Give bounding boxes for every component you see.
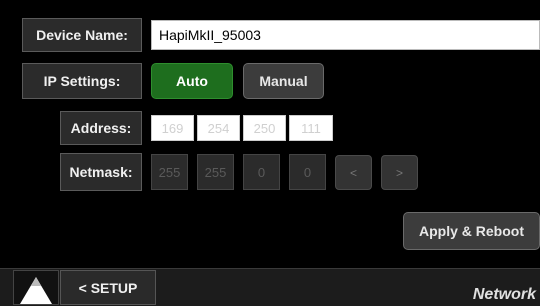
footer-title: Network	[472, 286, 536, 303]
apply-reboot-label: Apply & Reboot	[419, 223, 524, 239]
logo-icon	[20, 277, 52, 304]
setup-back-label: < SETUP	[78, 279, 138, 296]
netmask-label: Netmask:	[60, 153, 142, 191]
ip-settings-label-text: IP Settings:	[43, 73, 121, 89]
auto-button[interactable]: Auto	[151, 63, 233, 99]
address-octet-2[interactable]: 254	[197, 115, 240, 141]
netmask-octet-3[interactable]: 0	[243, 154, 280, 190]
manual-button-label: Manual	[259, 73, 308, 89]
netmask-octet-4[interactable]: 0	[289, 154, 326, 190]
device-name-value: HapiMkII_95003	[159, 27, 261, 43]
address-octet-1[interactable]: 169	[151, 115, 194, 141]
next-octet-button[interactable]: >	[381, 155, 418, 190]
address-octet-4[interactable]: 111	[289, 115, 333, 141]
address-label: Address:	[60, 111, 142, 145]
manual-button[interactable]: Manual	[243, 63, 324, 99]
chevron-left-icon: <	[349, 165, 357, 180]
logo-button[interactable]	[13, 270, 59, 305]
apply-reboot-button[interactable]: Apply & Reboot	[403, 212, 540, 250]
chevron-right-icon: >	[395, 165, 403, 180]
netmask-label-text: Netmask:	[69, 164, 133, 180]
netmask-octet-2[interactable]: 255	[197, 154, 234, 190]
device-name-label: Device Name:	[22, 18, 142, 52]
address-octet-3[interactable]: 250	[243, 115, 286, 141]
address-label-text: Address:	[70, 120, 132, 136]
device-name-input[interactable]: HapiMkII_95003	[151, 20, 540, 50]
auto-button-label: Auto	[176, 73, 208, 89]
ip-settings-label: IP Settings:	[22, 63, 142, 99]
prev-octet-button[interactable]: <	[335, 155, 372, 190]
device-name-label-text: Device Name:	[36, 27, 128, 43]
setup-back-button[interactable]: < SETUP	[60, 270, 156, 305]
netmask-octet-1[interactable]: 255	[151, 154, 188, 190]
